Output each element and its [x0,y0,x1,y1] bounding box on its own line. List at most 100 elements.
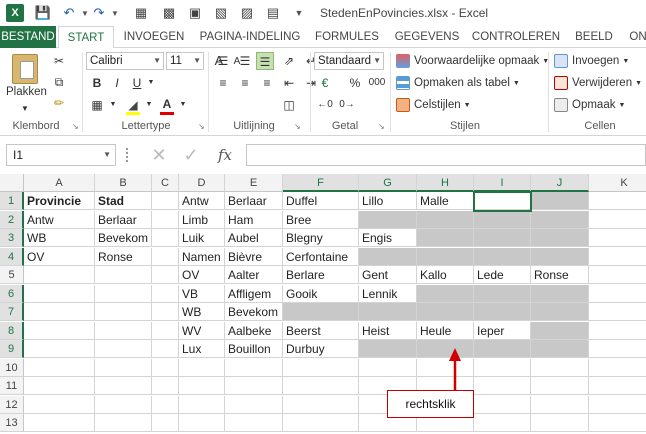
column-header-i[interactable]: I [474,174,531,192]
cell-a7[interactable] [24,303,95,321]
cell-i1[interactable] [474,192,531,210]
row-header-10[interactable]: 10 [0,358,24,377]
italic-button[interactable]: I [108,74,126,92]
cell-d7[interactable]: WB [179,303,225,321]
number-launcher-icon[interactable]: ↘ [378,122,385,131]
cell-j11[interactable] [531,377,589,395]
copy-icon[interactable]: ⧉ [50,73,68,91]
cell-b11[interactable] [95,377,152,395]
cell-a1[interactable]: Provincie [24,192,95,210]
cell-h8[interactable]: Heule [417,321,474,340]
spelling-icon[interactable]: ▤ [264,4,282,22]
cell-i3[interactable] [474,229,531,247]
cell-e8[interactable]: Aalbeke [225,321,283,340]
cell-a6[interactable] [24,284,95,303]
row-header-13[interactable]: 13 [0,414,24,432]
formula-input[interactable] [246,144,646,166]
font-size-combo[interactable]: 11 ▼ [166,52,204,70]
row-header-1[interactable]: 1 [0,192,24,210]
cell-i6[interactable] [474,284,531,303]
customize-qat-icon[interactable]: ▼ [290,4,308,22]
cell-b6[interactable] [95,284,152,303]
cell-c1[interactable] [152,192,179,210]
cell-b13[interactable] [95,414,152,432]
cell-f13[interactable] [283,414,359,432]
tab-pagina-indeling[interactable]: PAGINA-INDELING [196,26,304,48]
decrease-indent-icon[interactable]: ⇤ [280,74,298,92]
tab-overflow[interactable]: ON [626,26,646,48]
row-header-11[interactable]: 11 [0,377,24,395]
cell-f7[interactable] [283,303,359,321]
cell-a3[interactable]: WB [24,229,95,247]
row-header-8[interactable]: 8 [0,321,24,340]
cell-h7[interactable] [417,303,474,321]
cell-c7[interactable] [152,303,179,321]
column-header-e[interactable]: E [225,174,283,192]
cell-d12[interactable] [179,395,225,414]
align-left-icon[interactable]: ≡ [214,74,232,92]
column-header-g[interactable]: G [359,174,417,192]
format-painter-icon[interactable]: ✏ [50,94,68,112]
enter-icon[interactable]: ✓ [180,144,202,166]
row-header-9[interactable]: 9 [0,340,24,358]
cell-k6[interactable] [589,285,646,303]
cell-b4[interactable]: Ronse [95,247,152,266]
cell-k12[interactable] [589,396,646,414]
increase-decimal-icon[interactable]: ←0 [316,96,334,114]
cell-g7[interactable] [359,303,417,321]
cell-f1[interactable]: Duffel [283,192,359,210]
cancel-icon[interactable]: ✕ [148,144,170,166]
cell-styles-button[interactable]: Celstijlen ▼ [396,98,471,112]
cell-j4[interactable] [531,247,589,266]
align-bottom-icon[interactable]: ☰ [256,52,274,70]
cell-h1[interactable]: Malle [417,192,474,210]
cell-c12[interactable] [152,395,179,414]
cell-i7[interactable] [474,303,531,321]
row-header-3[interactable]: 3 [0,229,24,247]
print-preview-icon[interactable]: ▧ [212,4,230,22]
cell-d5[interactable]: OV [179,266,225,284]
clipboard-launcher-icon[interactable]: ↘ [72,122,79,131]
cell-i13[interactable] [474,414,531,432]
cell-h6[interactable] [417,284,474,303]
cell-j7[interactable] [531,303,589,321]
cell-j6[interactable] [531,284,589,303]
tab-beeld[interactable]: BEELD [568,26,620,48]
cell-e7[interactable]: Bevekom [225,303,283,321]
cell-b12[interactable] [95,395,152,414]
cell-i4[interactable] [474,247,531,266]
cell-e11[interactable] [225,377,283,395]
cell-b3[interactable]: Bevekom [95,229,152,247]
cell-a13[interactable] [24,414,95,432]
cell-e12[interactable] [225,395,283,414]
cell-f3[interactable]: Blegny [283,229,359,247]
cell-f4[interactable]: Cerfontaine [283,247,359,266]
row-header-5[interactable]: 5 [0,266,24,284]
font-name-combo[interactable]: Calibri ▼ [86,52,164,70]
cell-c5[interactable] [152,266,179,284]
quick-print-icon[interactable]: ▨ [238,4,256,22]
cell-b9[interactable] [95,340,152,358]
cell-b10[interactable] [95,358,152,377]
font-launcher-icon[interactable]: ↘ [198,122,205,131]
cell-j1[interactable] [531,192,589,210]
save-icon[interactable]: 💾 [34,4,52,22]
cell-g10[interactable] [359,358,417,377]
cell-c4[interactable] [152,247,179,266]
cell-k4[interactable] [589,248,646,266]
cell-g1[interactable]: Lillo [359,192,417,210]
align-right-icon[interactable]: ≡ [258,74,276,92]
paste-dropdown-icon[interactable]: ▼ [16,100,34,118]
cell-a2[interactable]: Antw [24,210,95,229]
paste-icon[interactable] [12,54,38,84]
cell-f12[interactable] [283,395,359,414]
conditional-formatting-button[interactable]: Voorwaardelijke opmaak ▼ [396,54,549,68]
cell-c8[interactable] [152,321,179,340]
redo-dropdown-icon[interactable]: ▼ [106,4,124,22]
row-header-6[interactable]: 6 [0,284,24,303]
cell-g2[interactable] [359,210,417,229]
cell-f10[interactable] [283,358,359,377]
cell-b1[interactable]: Stad [95,192,152,210]
cell-k8[interactable] [589,322,646,340]
cell-k9[interactable] [589,340,646,358]
